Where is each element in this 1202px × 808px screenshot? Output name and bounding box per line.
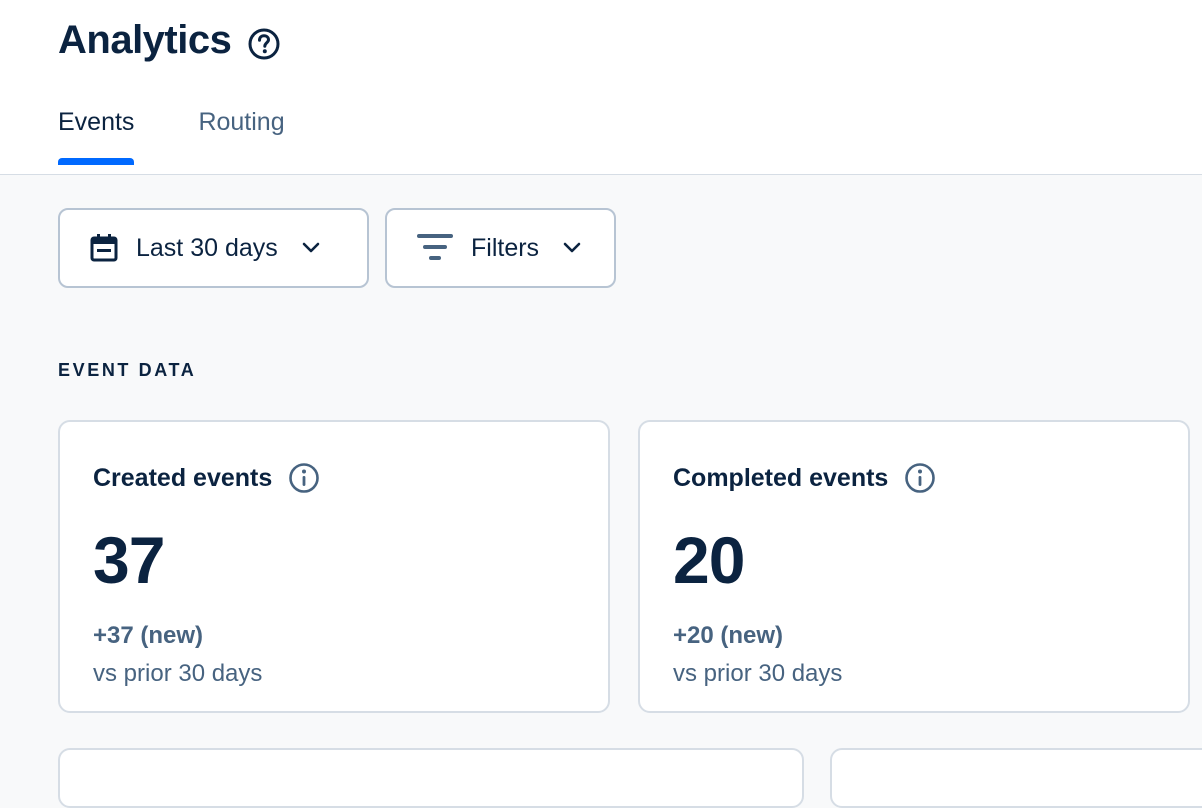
tab-routing-label: Routing [198,108,285,136]
tab-events[interactable]: Events [58,108,135,165]
info-icon[interactable] [904,462,936,494]
page-header: Analytics Events Routing [0,0,1202,175]
metric-comparison: vs prior 30 days [93,660,263,687]
metric-comparison: vs prior 30 days [673,660,843,687]
created-events-card: Created events 37 +37 (new) vs prior 30 … [58,420,610,713]
metric-delta: +20 (new) [673,622,784,649]
tab-bar: Events Routing [58,108,349,165]
card-title: Completed events [673,462,936,494]
metric-value: 37 [93,523,165,597]
date-range-label: Last 30 days [136,233,278,262]
tab-routing[interactable]: Routing [198,108,284,165]
chevron-down-icon [563,242,581,254]
page-title: Analytics [58,18,232,62]
question-circle-icon[interactable] [247,27,281,61]
title-row: Analytics [58,18,281,63]
controls-bar: Last 30 days Filters [58,208,632,288]
tab-events-label: Events [58,108,135,136]
metric-card-partial [830,748,1202,808]
filters-button[interactable]: Filters [385,208,616,288]
info-icon[interactable] [288,462,320,494]
completed-events-card: Completed events 20 +20 (new) vs prior 3… [638,420,1190,713]
chevron-down-icon [302,242,320,254]
filters-label: Filters [471,233,540,262]
metric-card-partial [58,748,804,808]
card-title-text: Completed events [673,463,889,492]
calendar-icon [90,233,118,263]
card-title: Created events [93,462,320,494]
metric-delta: +37 (new) [93,622,204,649]
filter-icon [417,232,453,264]
active-tab-indicator [58,158,135,165]
card-title-text: Created events [93,463,273,492]
metric-value: 20 [673,523,745,597]
section-heading: EVENT DATA [58,360,197,380]
date-range-button[interactable]: Last 30 days [58,208,369,288]
